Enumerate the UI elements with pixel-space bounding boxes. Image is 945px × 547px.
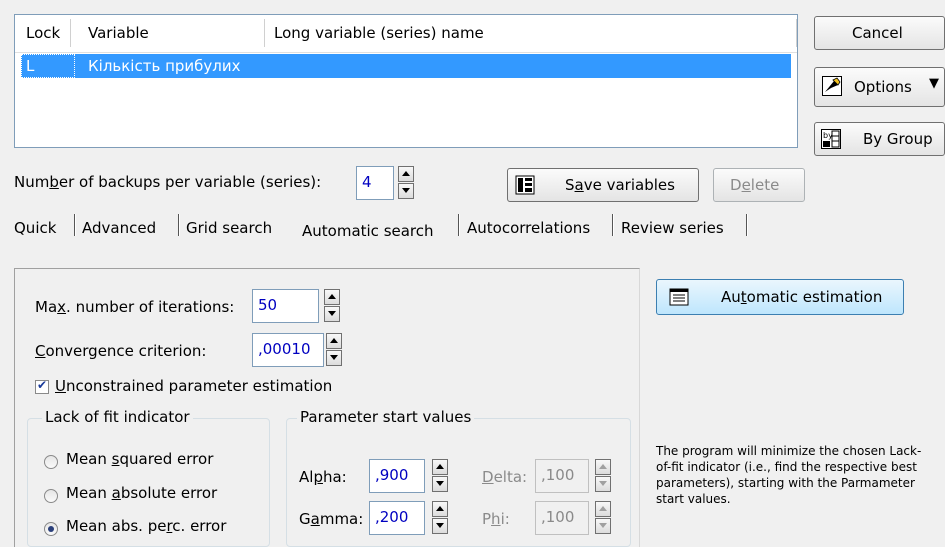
spin-up-button[interactable] <box>595 459 611 475</box>
delta-label: Delta: <box>482 468 528 486</box>
alpha-input[interactable]: ,900 <box>369 459 425 493</box>
column-separator[interactable] <box>796 19 797 47</box>
spin-up-button[interactable] <box>398 166 414 182</box>
cancel-label: Cancel <box>852 24 903 42</box>
mean-absolute-error-label: Mean absolute error <box>66 484 218 502</box>
gamma-spinner[interactable] <box>432 501 448 535</box>
variable-list-header: Lock Variable Long variable (series) nam… <box>15 15 797 53</box>
by-group-button[interactable]: by By Group <box>814 122 945 156</box>
mean-squared-error-label: Mean squared error <box>66 450 214 468</box>
tab-quick[interactable]: Quick <box>14 212 70 242</box>
parameter-start-values-title: Parameter start values <box>297 408 475 426</box>
options-label: Options <box>854 78 912 96</box>
spin-down-button[interactable] <box>432 518 448 534</box>
by-group-label: By Group <box>863 130 933 148</box>
delta-input[interactable]: ,100 <box>535 459 589 493</box>
tab-automatic-search[interactable]: Automatic search <box>302 215 450 245</box>
spin-down-button[interactable] <box>595 476 611 492</box>
row-variable: Кількість прибулих <box>88 57 241 75</box>
spin-down-button[interactable] <box>326 350 342 366</box>
backups-input[interactable]: 4 <box>356 166 394 200</box>
delete-button[interactable]: Delete <box>713 168 805 202</box>
spin-up-button[interactable] <box>324 289 340 305</box>
spin-down-button[interactable] <box>324 306 340 322</box>
column-header-lock[interactable]: Lock <box>26 24 60 42</box>
radio-mean-abs-perc-error[interactable] <box>44 522 58 536</box>
save-variables-label: Save variables <box>565 176 675 194</box>
tab-separator <box>458 214 459 236</box>
help-note: The program will minimize the chosen Lac… <box>656 444 922 506</box>
spin-down-button[interactable] <box>595 518 611 534</box>
column-separator[interactable] <box>264 19 265 47</box>
radio-mean-squared-error[interactable] <box>44 455 58 469</box>
gamma-input[interactable]: ,200 <box>369 501 425 535</box>
max-iterations-spinner[interactable] <box>324 289 340 323</box>
tab-review-series[interactable]: Review series <box>621 212 741 242</box>
tab-autocorrelations[interactable]: Autocorrelations <box>467 212 607 242</box>
backups-label: Number of backups per variable (series): <box>14 173 322 191</box>
delete-label: Delete <box>730 176 780 194</box>
spin-down-button[interactable] <box>398 183 414 199</box>
mean-abs-perc-error-label: Mean abs. perc. error <box>66 517 227 535</box>
tab-advanced[interactable]: Advanced <box>82 212 172 242</box>
spin-up-button[interactable] <box>326 333 342 349</box>
options-button[interactable]: Options ▼ <box>814 67 945 107</box>
automatic-estimation-icon <box>669 288 689 306</box>
tab-separator <box>746 214 747 236</box>
phi-label: Phi: <box>482 510 510 528</box>
options-icon <box>822 76 842 96</box>
variable-list[interactable]: Lock Variable Long variable (series) nam… <box>14 14 798 148</box>
save-variables-icon <box>515 175 535 195</box>
unconstrained-checkbox[interactable] <box>35 378 49 394</box>
convergence-input[interactable]: ,00010 <box>252 333 324 367</box>
list-item[interactable]: L Кількість прибулих <box>21 54 791 78</box>
column-header-variable[interactable]: Variable <box>88 24 149 42</box>
by-group-icon: by <box>821 129 841 149</box>
radio-mean-absolute-error[interactable] <box>44 489 58 503</box>
phi-spinner[interactable] <box>595 501 611 535</box>
gamma-label: Gamma: <box>299 510 364 528</box>
spin-down-button[interactable] <box>432 476 448 492</box>
tab-grid-search[interactable]: Grid search <box>186 212 290 242</box>
max-iterations-label: Max. number of iterations: <box>35 298 235 316</box>
automatic-estimation-label: Automatic estimation <box>721 288 883 306</box>
convergence-spinner[interactable] <box>326 333 342 367</box>
alpha-label: Alpha: <box>299 468 347 486</box>
column-separator[interactable] <box>70 19 71 47</box>
save-variables-button[interactable]: Save variables <box>507 168 699 202</box>
column-header-long-name[interactable]: Long variable (series) name <box>274 24 484 42</box>
alpha-spinner[interactable] <box>432 459 448 493</box>
max-iterations-input[interactable]: 50 <box>252 289 319 323</box>
convergence-label: Convergence criterion: <box>35 342 207 360</box>
spin-up-button[interactable] <box>432 501 448 517</box>
spin-up-button[interactable] <box>432 459 448 475</box>
unconstrained-label: Unconstrained parameter estimation <box>55 377 333 395</box>
row-lock: L <box>26 57 35 75</box>
backups-spinner[interactable] <box>398 166 414 200</box>
chevron-down-icon: ▼ <box>929 76 939 91</box>
lack-of-fit-title: Lack of fit indicator <box>42 408 193 426</box>
delta-spinner[interactable] <box>595 459 611 493</box>
phi-input[interactable]: ,100 <box>535 501 589 535</box>
spin-up-button[interactable] <box>595 501 611 517</box>
automatic-estimation-button[interactable]: Automatic estimation <box>656 279 904 315</box>
tab-separator <box>612 214 613 236</box>
tab-separator <box>74 214 75 236</box>
tab-separator <box>178 214 179 236</box>
cancel-button[interactable]: Cancel <box>814 16 945 50</box>
